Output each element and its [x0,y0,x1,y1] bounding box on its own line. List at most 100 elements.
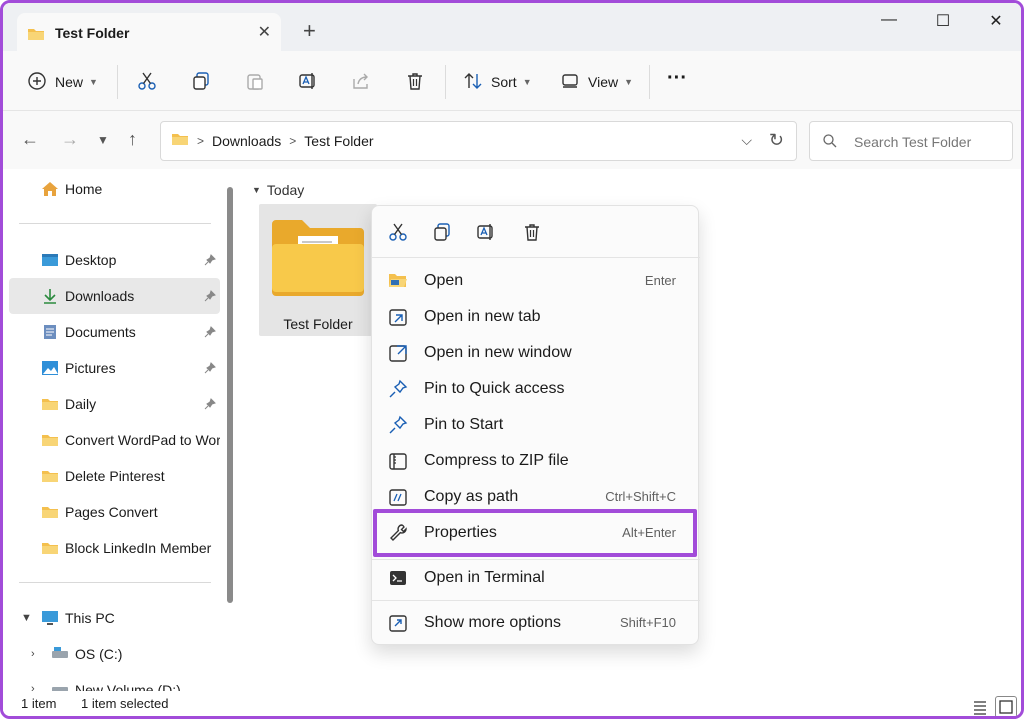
sidebar-item-label: This PC [65,610,115,626]
tab-test-folder[interactable]: Test Folder ✕ [17,13,281,53]
folder-icon [270,218,366,299]
copy-button[interactable] [191,69,211,95]
drive-icon [51,682,69,691]
close-window-button[interactable]: ✕ [976,11,1016,35]
folder-icon [171,132,189,149]
folder-icon [27,27,45,44]
cut-button[interactable] [137,69,157,95]
plus-circle-icon [27,71,47,94]
close-tab-icon[interactable]: ✕ [258,22,271,42]
sidebar-item-convert-wordpad[interactable]: Convert WordPad to Word [9,422,220,458]
sidebar-item-label: Desktop [65,252,117,268]
chevron-down-icon: ▼ [522,77,532,87]
paste-button[interactable] [245,69,265,95]
sidebar-scrollbar[interactable] [227,187,233,603]
sidebar-item-daily[interactable]: Daily [9,386,220,422]
back-arrow-icon[interactable]: ← [21,129,39,150]
group-header-today[interactable]: ▼ Today [252,182,304,198]
maximize-button[interactable]: ☐ [923,11,963,35]
folder-name: Test Folder [283,316,353,332]
menu-item-open-new-tab[interactable]: Open in new tab [378,300,694,334]
sidebar-item-new-volume-d[interactable]: New Volume (D:) [9,672,220,691]
menu-item-pin-start[interactable]: Pin to Start [378,408,694,442]
pin-icon[interactable] [204,253,216,269]
item-count: 1 item [21,696,57,711]
cut-icon[interactable] [388,222,410,244]
delete-icon [405,71,425,94]
address-bar[interactable]: > Downloads > Test Folder ⌵ ↻ [160,121,797,161]
pin-icon[interactable] [204,397,216,413]
sidebar-item-delete-pinterest[interactable]: Delete Pinterest [9,458,220,494]
breadcrumb-test-folder[interactable]: Test Folder [304,133,373,149]
menu-item-label: Pin to Start [424,416,504,433]
breadcrumb-separator-icon: > [289,133,297,148]
pin-icon[interactable] [204,361,216,377]
view-button[interactable]: View ▼ [560,69,633,95]
delete-button[interactable] [405,69,425,95]
sidebar-item-documents[interactable]: Documents [9,314,220,350]
sidebar-item-pictures[interactable]: Pictures [9,350,220,386]
delete-icon[interactable] [522,222,544,244]
address-dropdown-icon[interactable]: ⌵ [741,132,752,149]
menu-item-label: Pin to Quick access [424,380,565,397]
new-tab-button[interactable]: + [303,20,316,42]
pin-icon [388,379,410,399]
sidebar-divider [19,223,211,224]
sort-button[interactable]: Sort ▼ [463,69,532,95]
rename-button[interactable] [298,69,318,95]
sidebar-item-home[interactable]: Home [41,171,238,207]
refresh-icon[interactable]: ↻ [769,130,784,151]
menu-item-show-more-options[interactable]: Show more options Shift+F10 [378,606,694,640]
copy-icon[interactable] [432,222,454,244]
tiles-view-icon[interactable] [995,696,1017,716]
more-options-button[interactable]: ··· [667,65,687,91]
sidebar-item-desktop[interactable]: Desktop [9,242,220,278]
status-bar: 1 item 1 item selected [3,691,1021,716]
forward-arrow-icon[interactable]: → [61,129,79,150]
sidebar-item-label: New Volume (D:) [75,682,181,691]
pin-icon[interactable] [204,289,216,305]
share-button[interactable] [351,69,371,95]
details-view-icon[interactable] [969,696,991,716]
sidebar-item-os-c[interactable]: OS (C:) [9,636,220,672]
menu-item-compress-zip[interactable]: Compress to ZIP file [378,444,694,478]
new-button[interactable]: New ▼ [27,69,98,95]
sidebar-item-label: Block LinkedIn Member [65,540,212,556]
recent-locations-chevron-icon[interactable]: ▼ [97,133,109,147]
paste-icon [245,71,265,94]
rename-icon[interactable] [476,222,498,244]
menu-item-label: Compress to ZIP file [424,452,569,469]
copy-icon [191,71,211,94]
search-box[interactable]: Search Test Folder [809,121,1013,161]
search-icon [822,133,838,152]
pictures-icon [41,360,59,376]
toolbar-divider [117,65,118,99]
drive-icon [51,646,69,662]
up-arrow-icon[interactable]: ↑ [128,129,137,150]
sidebar-item-this-pc[interactable]: This PC [9,600,220,636]
sidebar-item-label: Pictures [65,360,116,376]
menu-item-label: Copy as path [424,488,519,505]
menu-item-open-new-window[interactable]: Open in new window [378,336,694,370]
computer-icon [41,610,59,626]
toolbar-divider [649,65,650,99]
folder-tile-test-folder[interactable]: Test Folder [259,204,377,336]
cut-icon [137,71,157,94]
sidebar-item-downloads[interactable]: Downloads [9,278,220,314]
menu-item-shortcut: Shift+F10 [619,615,676,630]
context-menu: Open Enter Open in new tab Open in new w… [371,205,700,645]
navigation-bar: ← → ▼ ↑ > Downloads > Test Folder ⌵ ↻ Se… [3,111,1021,169]
minimize-button[interactable]: — [869,11,909,35]
sidebar-divider [19,582,211,583]
menu-item-open-terminal[interactable]: Open in Terminal [378,561,694,595]
sidebar-item-pages-convert[interactable]: Pages Convert [9,494,220,530]
breadcrumb-downloads[interactable]: Downloads [212,133,281,149]
menu-item-open[interactable]: Open Enter [378,264,694,298]
menu-item-label: Open in new window [424,344,572,361]
menu-item-pin-quick-access[interactable]: Pin to Quick access [378,372,694,406]
copy-path-icon [388,487,410,507]
sidebar-item-block-linkedin[interactable]: Block LinkedIn Member [9,530,220,566]
pin-icon[interactable] [204,325,216,341]
context-quick-actions [372,206,700,258]
more-options-icon [388,613,410,633]
